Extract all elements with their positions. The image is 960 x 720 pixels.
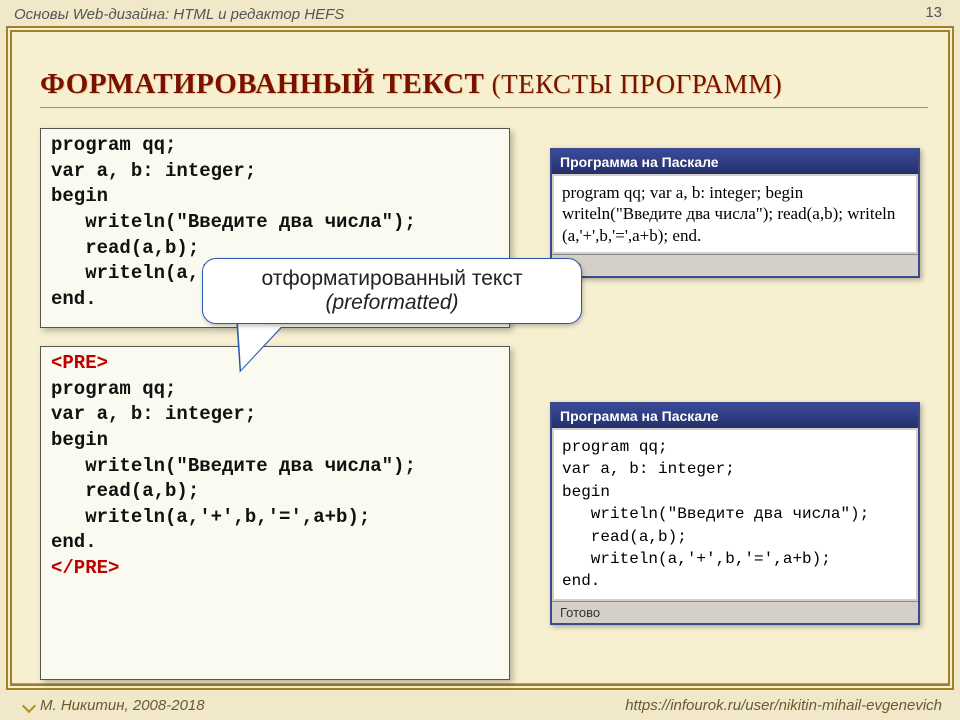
footer-author-text: М. Никитин, 2008-2018 bbox=[40, 697, 205, 714]
footer-author: М. Никитин, 2008-2018 bbox=[24, 697, 205, 714]
callout-bubble: отформатированный текст (preformatted) bbox=[202, 258, 582, 324]
titlebar-2: Программа на Паскале bbox=[552, 404, 918, 428]
title-subtitle: (ТЕКСТЫ ПРОГРАММ) bbox=[484, 69, 782, 99]
title-main: ФОРМАТИРОВАННЫЙ ТЕКСТ bbox=[40, 68, 484, 100]
footer-icon bbox=[22, 699, 36, 713]
titlebar-1: Программа на Паскале bbox=[552, 150, 918, 174]
code-box-pre: <PRE> program qq; var a, b: integer; beg… bbox=[40, 346, 510, 680]
slide-frame: ФОРМАТИРОВАННЫЙ ТЕКСТ (ТЕКСТЫ ПРОГРАММ) … bbox=[6, 26, 954, 690]
statusbar-2: Готово bbox=[552, 601, 918, 623]
callout-line2: (preformatted) bbox=[325, 291, 458, 314]
browser-window-1: Программа на Паскале program qq; var a, … bbox=[550, 148, 920, 278]
callout-line1: отформатированный текст bbox=[262, 267, 523, 290]
statusbar-1: ово bbox=[552, 254, 918, 276]
pre-body: program qq; var a, b: integer; begin wri… bbox=[51, 378, 416, 554]
slide-title: ФОРМАТИРОВАННЫЙ ТЕКСТ (ТЕКСТЫ ПРОГРАММ) bbox=[40, 68, 928, 108]
pre-open-tag: <PRE> bbox=[51, 352, 108, 374]
pre-close-tag: </PRE> bbox=[51, 557, 119, 579]
page-number: 13 bbox=[925, 4, 942, 21]
browser-window-2: Программа на Паскале program qq; var a, … bbox=[550, 402, 920, 625]
breadcrumb: Основы Web-дизайна: HTML и редактор HEFS bbox=[14, 6, 344, 23]
footer-url: https://infourok.ru/user/nikitin-mihail-… bbox=[625, 697, 942, 714]
browser-body-2: program qq; var a, b: integer; begin wri… bbox=[554, 430, 916, 599]
browser-body-1: program qq; var a, b: integer; begin wri… bbox=[554, 176, 916, 252]
